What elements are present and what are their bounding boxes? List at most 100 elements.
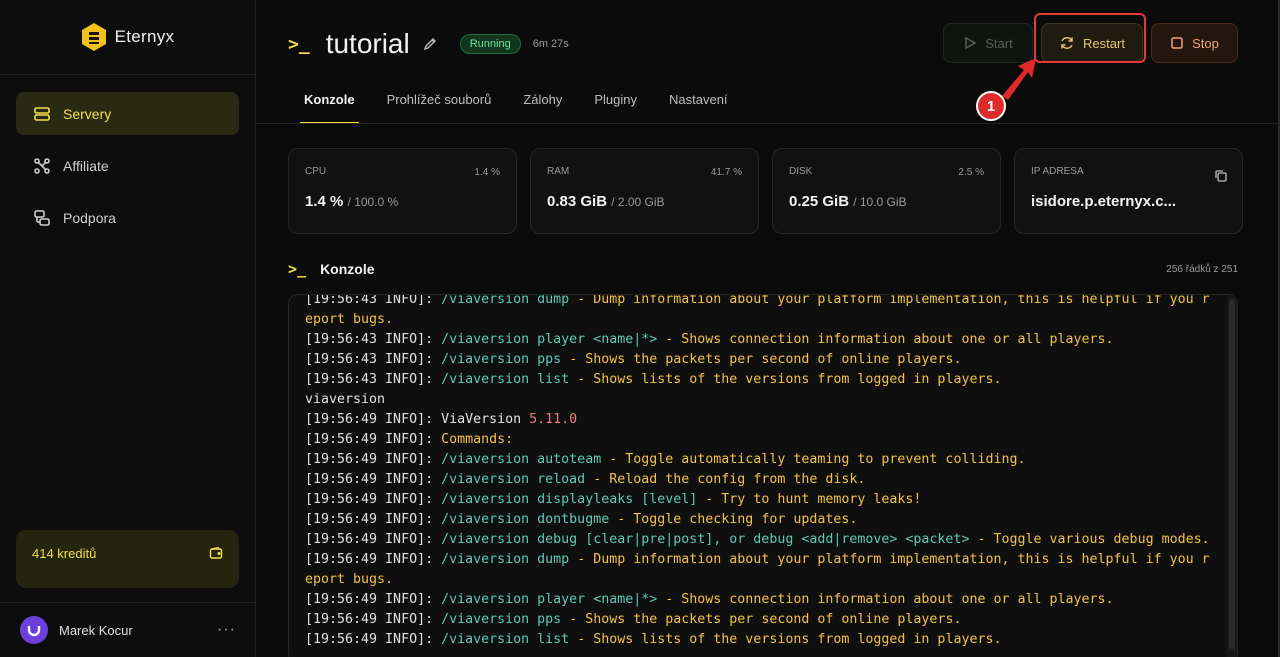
stop-icon (1171, 37, 1183, 49)
console-line: [19:56:49 INFO]: /viaversion dontbugme -… (305, 510, 1215, 530)
console-line: [19:56:49 INFO]: Commands: (305, 430, 1215, 450)
console-segment: /viaversion reload (441, 472, 586, 487)
sidebar-item-servery[interactable]: Servery (16, 92, 239, 135)
main-content: >_ tutorial Running 6m 27s Start Restart… (256, 0, 1280, 657)
tab-plugins[interactable]: Pluginy (578, 86, 653, 124)
tab-divider (256, 123, 1280, 124)
console-segment: viaversion (305, 392, 386, 407)
console-segment: - Toggle checking for updates. (609, 512, 858, 527)
ram-value-sub: / 2.00 GiB (611, 195, 665, 209)
console-segment: /viaversion autoteam (441, 452, 602, 467)
console-line: [19:56:43 INFO]: /viaversion pps - Shows… (305, 350, 1215, 370)
console-segment: /viaversion displayleaks [level] (441, 492, 698, 507)
credits-card[interactable]: 414 kreditů (16, 530, 239, 588)
disk-label: DISK (789, 166, 813, 177)
sidebar-item-podpora[interactable]: Podpora (16, 196, 239, 239)
console-segment: /viaversion debug [clear|pre|post], or d… (441, 532, 970, 547)
console-segment: Commands: (441, 432, 514, 447)
stop-button[interactable]: Stop (1151, 23, 1238, 63)
pencil-icon[interactable] (422, 36, 438, 52)
disk-card: DISK 2.5 % 0.25 GiB / 10.0 GiB (772, 148, 1001, 234)
console-segment: [19:56:49 INFO]: (305, 592, 442, 607)
sidebar-item-label: Affiliate (63, 157, 109, 174)
console-line: [19:56:49 INFO]: /viaversion dump - Dump… (305, 550, 1215, 590)
restart-button[interactable]: Restart (1041, 23, 1143, 63)
console-segment: [19:56:49 INFO]: (305, 492, 442, 507)
ram-value-main: 0.83 GiB (547, 193, 608, 210)
tab-settings[interactable]: Nastavení (653, 86, 744, 124)
console-segment: [19:56:49 INFO]: (305, 432, 442, 447)
console-segment: [19:56:49 INFO]: (305, 412, 442, 427)
user-avatar-icon (27, 626, 41, 637)
console-output[interactable]: [19:56:43 INFO]: /viaversion dump - Dump… (288, 294, 1238, 657)
user-menu-icon[interactable]: ··· (217, 621, 236, 639)
console-segment: /viaversion player <name|*> (441, 332, 658, 347)
terminal-prompt-icon: >_ (288, 33, 310, 55)
support-icon (34, 209, 50, 226)
console-segment: /viaversion pps (441, 352, 562, 367)
console-line: [19:56:49 INFO]: /viaversion displayleak… (305, 490, 1215, 510)
console-segment: [19:56:49 INFO]: (305, 552, 442, 567)
restart-label: Restart (1083, 35, 1125, 51)
console-segment: [19:56:49 INFO]: (305, 612, 442, 627)
console-segment: - Shows lists of the versions from logge… (569, 632, 1002, 647)
sidebar-item-label: Servery (63, 105, 112, 122)
console-segment: 5.11.0 (529, 412, 578, 427)
ram-pct: 41.7 % (710, 167, 742, 178)
tab-backups[interactable]: Zálohy (507, 86, 578, 124)
pointer-arrow-icon (1002, 58, 1036, 100)
console-segment: [19:56:49 INFO]: (305, 472, 442, 487)
console-segment: /viaversion list (441, 372, 570, 387)
console-line: [19:56:49 INFO]: /viaversion list - Show… (305, 630, 1215, 650)
console-scrollbar[interactable] (1227, 295, 1237, 657)
console-segment: /viaversion pps (441, 612, 562, 627)
line-count: 256 řádků z 251 (1166, 263, 1238, 275)
console-segment: - Shows lists of the versions from logge… (569, 372, 1002, 387)
ram-card: RAM 41.7 % 0.83 GiB / 2.00 GiB (530, 148, 759, 234)
console-header: >_ Konzole 256 řádků z 251 (288, 260, 1238, 278)
credits-label: 414 kreditů (32, 546, 97, 561)
console-segment: [19:56:43 INFO]: (305, 332, 442, 347)
console-segment: - Shows connection information about one… (657, 592, 1114, 607)
status-badge: Running (459, 34, 521, 54)
disk-pct: 2.5 % (958, 167, 984, 178)
start-label: Start (985, 35, 1013, 51)
console-segment: /viaversion dontbugme (441, 512, 610, 527)
ip-value[interactable]: isidore.p.eternyx.c... (1031, 193, 1226, 210)
copy-icon[interactable] (1214, 169, 1228, 183)
cpu-card: CPU 1.4 % 1.4 % / 100.0 % (288, 148, 517, 234)
console-segment: - Shows connection information about one… (657, 332, 1114, 347)
server-icon (34, 106, 50, 121)
stop-label: Stop (1192, 35, 1219, 51)
sidebar-nav: Servery Affiliate Podpora (0, 75, 255, 265)
console-segment: [19:56:49 INFO]: (305, 532, 442, 547)
terminal-prompt-icon: >_ (288, 260, 307, 278)
console-segment: - Try to hunt memory leaks! (697, 492, 922, 507)
console-segment: [19:56:49 INFO]: (305, 512, 442, 527)
tab-bar: Konzole Prohlížeč souborů Zálohy Pluginy… (288, 86, 744, 124)
sidebar: Eternyx Servery Affiliate Podpora 414 kr… (0, 0, 256, 657)
console-segment: - Shows the packets per second of online… (561, 612, 962, 627)
sidebar-item-label: Podpora (63, 209, 116, 226)
play-icon (965, 36, 977, 50)
console-segment: - Toggle various debug modes. (969, 532, 1210, 547)
page-title: tutorial (325, 28, 410, 59)
console-line: [19:56:49 INFO]: ViaVersion 5.11.0 (305, 410, 1215, 430)
console-line: [19:56:43 INFO]: /viaversion list - Show… (305, 370, 1215, 390)
tab-file-browser[interactable]: Prohlížeč souborů (371, 86, 508, 124)
sidebar-item-affiliate[interactable]: Affiliate (16, 144, 239, 187)
console-log: [19:56:43 INFO]: /viaversion dump - Dump… (305, 295, 1215, 650)
console-line: [19:56:49 INFO]: /viaversion pps - Shows… (305, 610, 1215, 630)
console-line: [19:56:49 INFO]: /viaversion player <nam… (305, 590, 1215, 610)
console-line: [19:56:49 INFO]: /viaversion debug [clea… (305, 530, 1215, 550)
console-segment: /viaversion dump (441, 552, 570, 567)
uptime: 6m 27s (532, 38, 569, 50)
user-name: Marek Kocur (59, 622, 133, 638)
console-line: [19:56:49 INFO]: /viaversion reload - Re… (305, 470, 1215, 490)
tab-konzole[interactable]: Konzole (288, 86, 371, 124)
user-profile[interactable]: Marek Kocur ··· (0, 602, 256, 657)
stats-cards: CPU 1.4 % 1.4 % / 100.0 % RAM 41.7 % 0.8… (288, 148, 1243, 234)
brand[interactable]: Eternyx (0, 0, 255, 75)
console-line: [19:56:49 INFO]: /viaversion autoteam - … (305, 450, 1215, 470)
console-scroll-thumb[interactable] (1229, 299, 1235, 649)
